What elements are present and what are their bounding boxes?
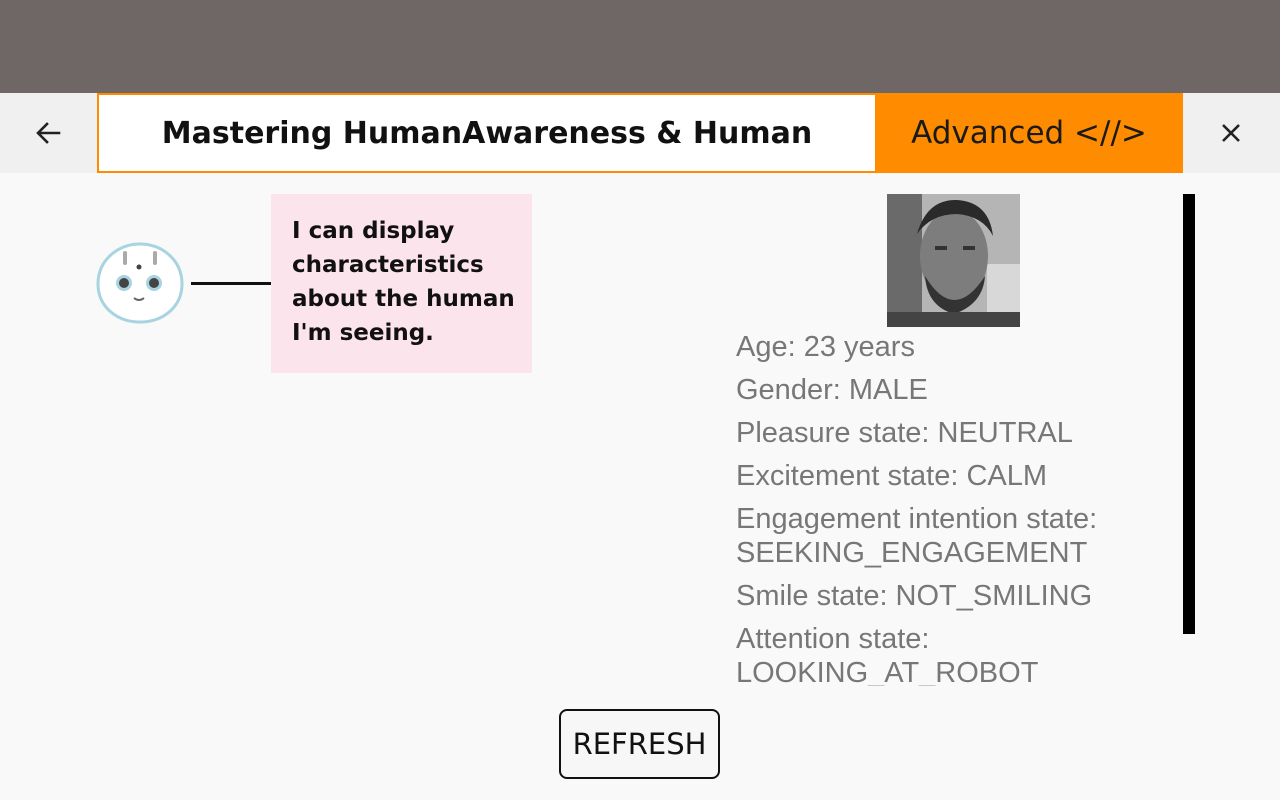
- scrollbar[interactable]: [1183, 194, 1195, 634]
- human-characteristics-list: Age: 23 years Gender: MALE Pleasure stat…: [736, 330, 1176, 686]
- characteristic-gender: Gender: MALE: [736, 374, 928, 406]
- characteristic-smile-state: Smile state: NOT_SMILING: [736, 580, 1093, 612]
- robot-head-icon: [96, 240, 184, 326]
- back-button[interactable]: [18, 107, 78, 159]
- characteristic-pleasure-state: Pleasure state: NEUTRAL: [736, 417, 1073, 449]
- characteristic-engagement-intention: Engagement intention state: SEEKING_ENGA…: [736, 503, 1098, 569]
- arrow-left-icon: [36, 122, 61, 144]
- human-face-photo: [887, 194, 1020, 327]
- close-icon: [1222, 124, 1240, 142]
- advanced-tab[interactable]: Advanced <//>: [875, 93, 1183, 173]
- characteristic-age: Age: 23 years: [736, 331, 915, 363]
- close-button[interactable]: [1200, 107, 1262, 159]
- system-status-bar: [0, 0, 1280, 93]
- speech-connector-line: [191, 282, 271, 285]
- app-header: Mastering HumanAwareness & Human Advance…: [0, 93, 1280, 173]
- robot-speech-bubble: I can display characteristics about the …: [271, 194, 532, 373]
- characteristic-excitement-state: Excitement state: CALM: [736, 460, 1048, 492]
- page-title: Mastering HumanAwareness & Human: [97, 93, 875, 173]
- refresh-button[interactable]: REFRESH: [559, 709, 720, 779]
- characteristic-attention-state: Attention state: LOOKING_AT_ROBOT: [736, 623, 1039, 686]
